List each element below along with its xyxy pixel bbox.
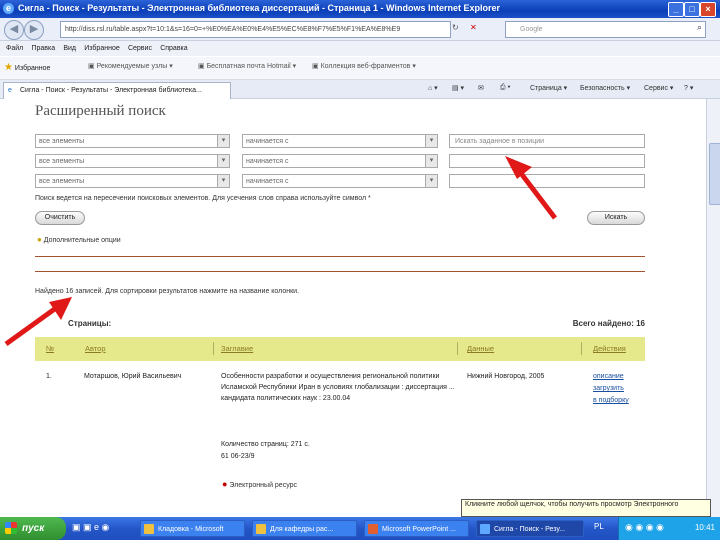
folder-icon <box>256 524 266 534</box>
system-tray: ◉ ◉ ◉ ◉ 10:41 <box>618 517 720 540</box>
internet-explorer-icon <box>480 524 490 534</box>
quicklaunch-icons[interactable]: ▣ ▣ e ◉ <box>72 522 109 533</box>
folder-icon <box>144 524 154 534</box>
annotation-arrows <box>4 156 557 347</box>
tray-icons[interactable]: ◉ ◉ ◉ ◉ <box>625 522 664 533</box>
windows-logo-icon <box>5 522 17 534</box>
red-arrow-icon <box>4 297 72 347</box>
clock: 10:41 <box>694 523 715 532</box>
red-arrow-icon <box>505 156 557 220</box>
taskbar-task[interactable]: Для кафедры рас... <box>252 520 357 537</box>
taskbar-task[interactable]: Microsoft PowerPoint ... <box>364 520 469 537</box>
powerpoint-icon <box>368 524 378 534</box>
taskbar: пуск ▣ ▣ e ◉ Кладовка - Microsoft Для ка… <box>0 517 720 540</box>
start-button[interactable]: пуск <box>0 517 66 540</box>
taskbar-task-active[interactable]: Сигла - Поиск - Резу... <box>476 520 584 537</box>
language-indicator[interactable]: PL <box>594 522 604 531</box>
taskbar-task[interactable]: Кладовка - Microsoft <box>140 520 245 537</box>
